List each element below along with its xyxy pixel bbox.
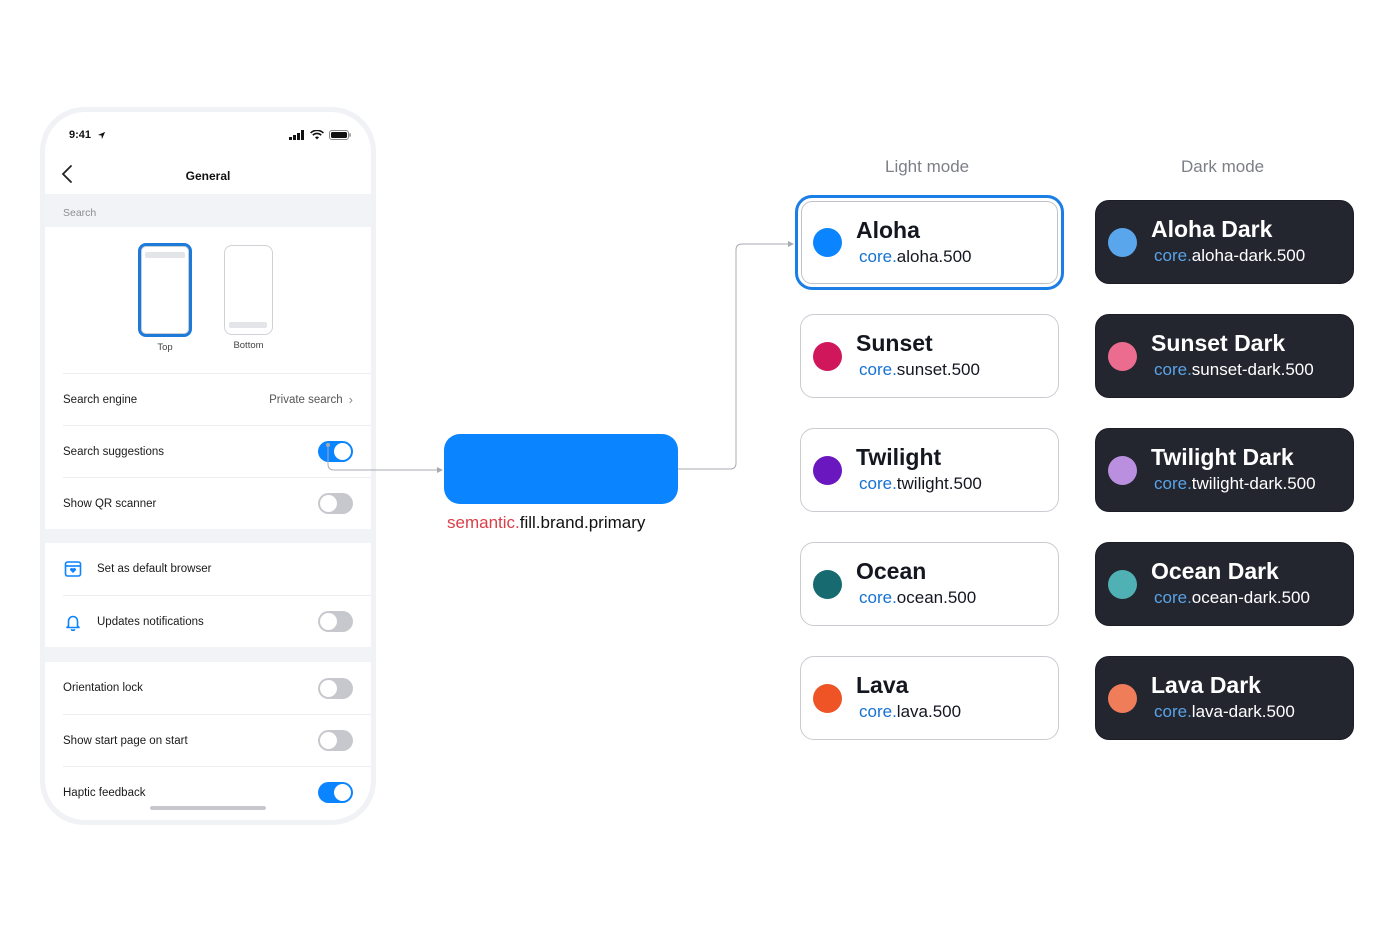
row-label: Search engine bbox=[63, 393, 138, 406]
color-dot bbox=[813, 341, 842, 371]
color-dot bbox=[1108, 569, 1137, 599]
theme-name: Aloha Dark bbox=[1151, 216, 1273, 242]
theme-token: core.sunset.500 bbox=[859, 360, 980, 379]
cellular-signal-icon bbox=[289, 130, 304, 140]
theme-name: Lava Dark bbox=[1151, 672, 1261, 698]
color-dot bbox=[813, 228, 842, 257]
row-set-default-browser[interactable]: Set as default browser bbox=[63, 543, 371, 595]
phone-mockup: 9:41 General Search Top Bottom Search en… bbox=[40, 107, 376, 825]
location-arrow-icon bbox=[97, 131, 106, 139]
nav-bar: General bbox=[45, 158, 371, 194]
color-dot bbox=[1108, 341, 1137, 371]
theme-card-sunset[interactable]: Sunset core.sunset.500 bbox=[800, 314, 1059, 398]
row-label: Haptic feedback bbox=[63, 786, 146, 799]
theme-card-aloha[interactable]: Aloha core.aloha.500 bbox=[795, 195, 1064, 290]
column-header-dark-mode: Dark mode bbox=[1181, 157, 1265, 176]
theme-name: Lava bbox=[856, 672, 909, 698]
row-label: Search suggestions bbox=[63, 445, 165, 458]
layout-option-label: Bottom bbox=[233, 340, 264, 351]
row-search-engine[interactable]: Search engine Private search › bbox=[63, 373, 371, 425]
theme-name: Sunset bbox=[856, 330, 933, 356]
row-orientation-lock: Orientation lock bbox=[63, 662, 371, 714]
semantic-token-prefix: semantic. bbox=[447, 513, 520, 532]
row-show-qr-scanner: Show QR scanner bbox=[63, 477, 371, 529]
row-label: Updates notifications bbox=[97, 615, 204, 628]
semantic-token-label: semantic.fill.brand.primary bbox=[447, 513, 645, 533]
row-label: Orientation lock bbox=[63, 682, 143, 694]
search-suggestions-toggle[interactable] bbox=[318, 441, 353, 462]
column-header-light-mode: Light mode bbox=[885, 157, 970, 176]
browser-settings-card: Set as default browser Updates notificat… bbox=[45, 543, 371, 647]
row-show-start-page: Show start page on start bbox=[63, 714, 371, 766]
misc-settings-card: Orientation lock Show start page on star… bbox=[45, 662, 371, 820]
theme-card-lava[interactable]: Lava core.lava.500 bbox=[800, 656, 1059, 740]
browser-heart-icon bbox=[64, 561, 82, 577]
theme-name: Twilight Dark bbox=[1151, 444, 1294, 470]
theme-token: core.ocean-dark.500 bbox=[1154, 588, 1310, 607]
back-button[interactable] bbox=[61, 164, 73, 190]
layout-bottom-preview bbox=[224, 245, 273, 335]
theme-token: core.ocean.500 bbox=[859, 588, 977, 607]
show-start-page-toggle[interactable] bbox=[318, 730, 353, 751]
theme-name: Aloha bbox=[856, 216, 920, 243]
battery-icon bbox=[329, 130, 351, 140]
semantic-token-name: fill.brand.primary bbox=[519, 513, 646, 532]
wifi-icon bbox=[310, 130, 324, 140]
theme-token: core.lava-dark.500 bbox=[1154, 702, 1295, 721]
connector-arrow-aloha bbox=[788, 241, 794, 247]
search-settings-card: Top Bottom Search engine Private search … bbox=[45, 227, 371, 529]
row-value: Private search bbox=[269, 393, 343, 406]
color-dot bbox=[1108, 455, 1137, 485]
color-dot bbox=[1108, 227, 1137, 257]
row-updates-notifications: Updates notifications bbox=[63, 595, 371, 647]
theme-card-twilight-dark[interactable]: Twilight Dark core.twilight-dark.500 bbox=[1095, 428, 1354, 512]
theme-card-ocean-dark[interactable]: Ocean Dark core.ocean-dark.500 bbox=[1095, 542, 1354, 626]
theme-card-ocean[interactable]: Ocean core.ocean.500 bbox=[800, 542, 1059, 626]
theme-token: core.aloha-dark.500 bbox=[1154, 246, 1306, 265]
haptic-feedback-toggle[interactable] bbox=[318, 782, 353, 803]
page-title: General bbox=[185, 169, 231, 183]
layout-option-label: Top bbox=[157, 342, 173, 353]
theme-name: Ocean Dark bbox=[1151, 558, 1279, 584]
color-dot bbox=[1108, 683, 1137, 713]
theme-token: core.twilight-dark.500 bbox=[1154, 474, 1316, 493]
connector-semantic-to-aloha bbox=[678, 243, 790, 470]
theme-name: Twilight bbox=[856, 444, 942, 470]
show-qr-scanner-toggle[interactable] bbox=[318, 493, 353, 514]
home-indicator bbox=[150, 806, 266, 810]
theme-token: core.lava.500 bbox=[859, 702, 962, 721]
theme-token: core.aloha.500 bbox=[859, 246, 972, 266]
row-label: Set as default browser bbox=[97, 563, 212, 575]
row-search-suggestions: Search suggestions bbox=[63, 425, 371, 477]
status-time: 9:41 bbox=[69, 129, 92, 141]
chevron-left-icon bbox=[61, 165, 72, 183]
connector-arrow-semantic bbox=[437, 467, 443, 473]
layout-option-bottom[interactable]: Bottom bbox=[224, 245, 273, 351]
theme-card-lava-dark[interactable]: Lava Dark core.lava-dark.500 bbox=[1095, 656, 1354, 740]
layout-option-top[interactable]: Top bbox=[138, 243, 192, 353]
row-label: Show start page on start bbox=[63, 734, 188, 747]
theme-token: core.twilight.500 bbox=[859, 474, 982, 493]
color-dot bbox=[813, 683, 842, 713]
theme-card-sunset-dark[interactable]: Sunset Dark core.sunset-dark.500 bbox=[1095, 314, 1354, 398]
color-dot bbox=[813, 569, 842, 599]
theme-token: core.sunset-dark.500 bbox=[1154, 360, 1314, 379]
orientation-lock-toggle[interactable] bbox=[318, 677, 353, 699]
layout-top-preview bbox=[138, 243, 192, 337]
row-label: Show QR scanner bbox=[63, 497, 157, 510]
updates-notifications-toggle[interactable] bbox=[318, 611, 353, 632]
theme-name: Sunset Dark bbox=[1151, 330, 1286, 356]
theme-card-aloha-dark[interactable]: Aloha Dark core.aloha-dark.500 bbox=[1095, 200, 1354, 284]
row-haptic-feedback: Haptic feedback bbox=[63, 766, 371, 818]
theme-card-twilight[interactable]: Twilight core.twilight.500 bbox=[800, 428, 1059, 512]
phone-screen: 9:41 General Search Top Bottom Search en… bbox=[45, 112, 371, 820]
theme-name: Ocean bbox=[856, 558, 927, 584]
section-label-search: Search bbox=[63, 207, 97, 219]
bell-icon bbox=[66, 615, 80, 631]
address-bar-layout-picker: Top Bottom bbox=[45, 227, 371, 373]
semantic-token-swatch bbox=[444, 434, 678, 504]
chevron-right-icon: › bbox=[348, 392, 353, 407]
color-dot bbox=[813, 455, 842, 485]
status-bar: 9:41 bbox=[45, 112, 371, 158]
